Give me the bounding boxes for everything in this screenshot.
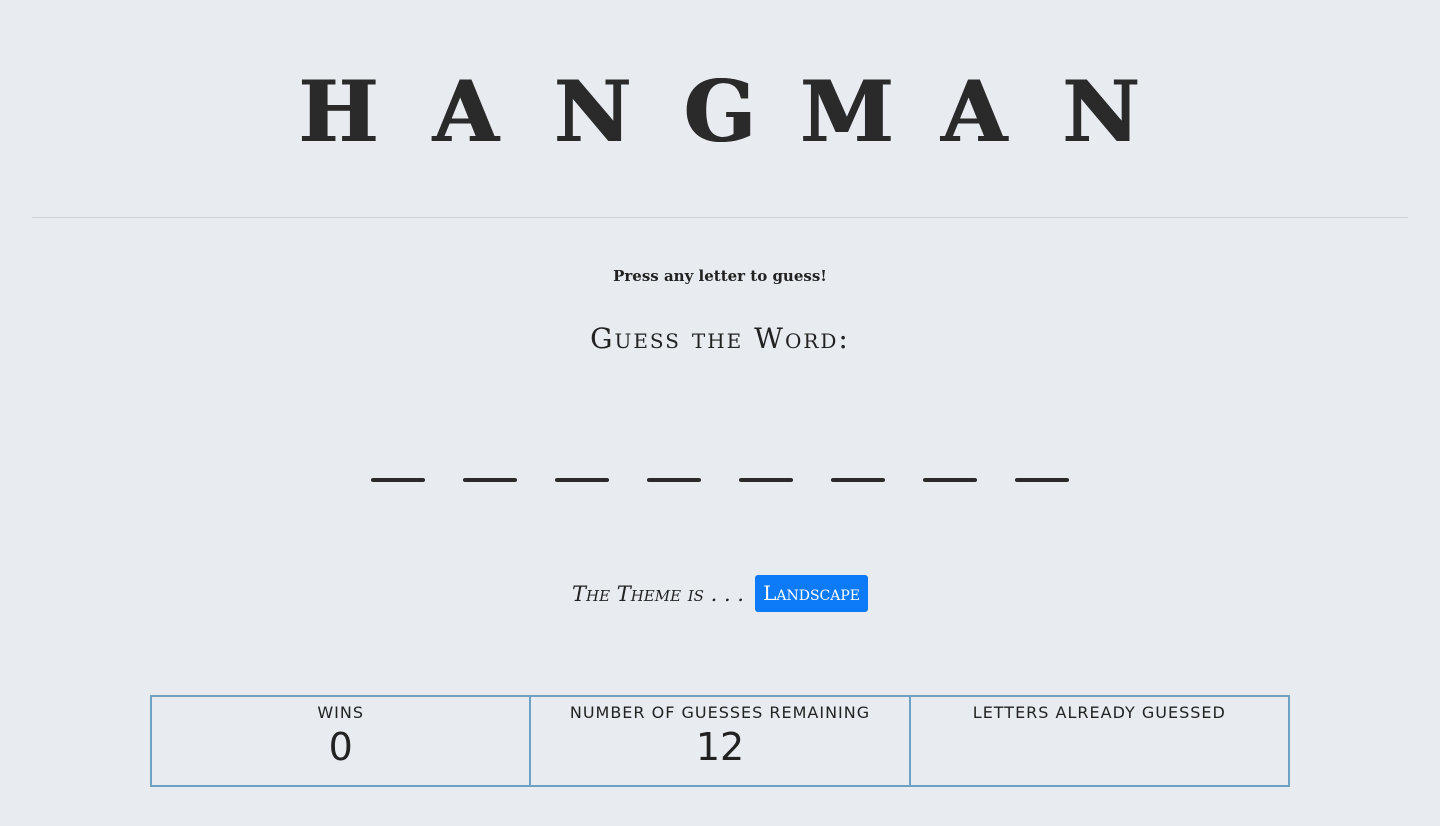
theme-badge: Landscape: [755, 575, 868, 612]
title-letter: N: [554, 62, 632, 161]
guesses-remaining-label: Number of Guesses Remaining: [569, 703, 871, 722]
wins-label: Wins: [317, 703, 364, 722]
guess-heading: Guess the Word:: [590, 322, 850, 355]
letters-guessed-cell: Letters Already Guessed: [908, 697, 1288, 785]
title-letter: N: [1062, 62, 1140, 161]
instructions-text: Press any letter to guess!: [613, 267, 827, 285]
letter-blank: [463, 478, 517, 482]
divider: [32, 217, 1408, 218]
wins-value: 0: [328, 725, 353, 769]
word-blanks: [0, 478, 1440, 490]
title-letter: A: [433, 62, 499, 161]
title-letter: A: [941, 62, 1007, 161]
letter-blank: [923, 478, 977, 482]
letter-blank: [647, 478, 701, 482]
guesses-remaining-value: 12: [695, 725, 745, 769]
letter-blank: [555, 478, 609, 482]
theme-row: The Theme is . . . Landscape: [0, 575, 1440, 613]
title-letter: G: [684, 62, 756, 161]
wins-cell: Wins 0: [152, 697, 529, 785]
letter-blank: [1015, 478, 1069, 482]
stats-table: Wins 0 Number of Guesses Remaining 12 Le…: [150, 695, 1290, 787]
page-title: H A N G M A N: [0, 62, 1440, 162]
letters-guessed-label: Letters Already Guessed: [972, 703, 1226, 722]
letter-blank: [831, 478, 885, 482]
letter-blank: [739, 478, 793, 482]
letter-blank: [371, 478, 425, 482]
title-letter: H: [299, 62, 379, 161]
theme-label: The Theme is . . .: [571, 581, 744, 606]
guesses-remaining-cell: Number of Guesses Remaining 12: [529, 697, 908, 785]
title-letter: M: [800, 62, 894, 161]
